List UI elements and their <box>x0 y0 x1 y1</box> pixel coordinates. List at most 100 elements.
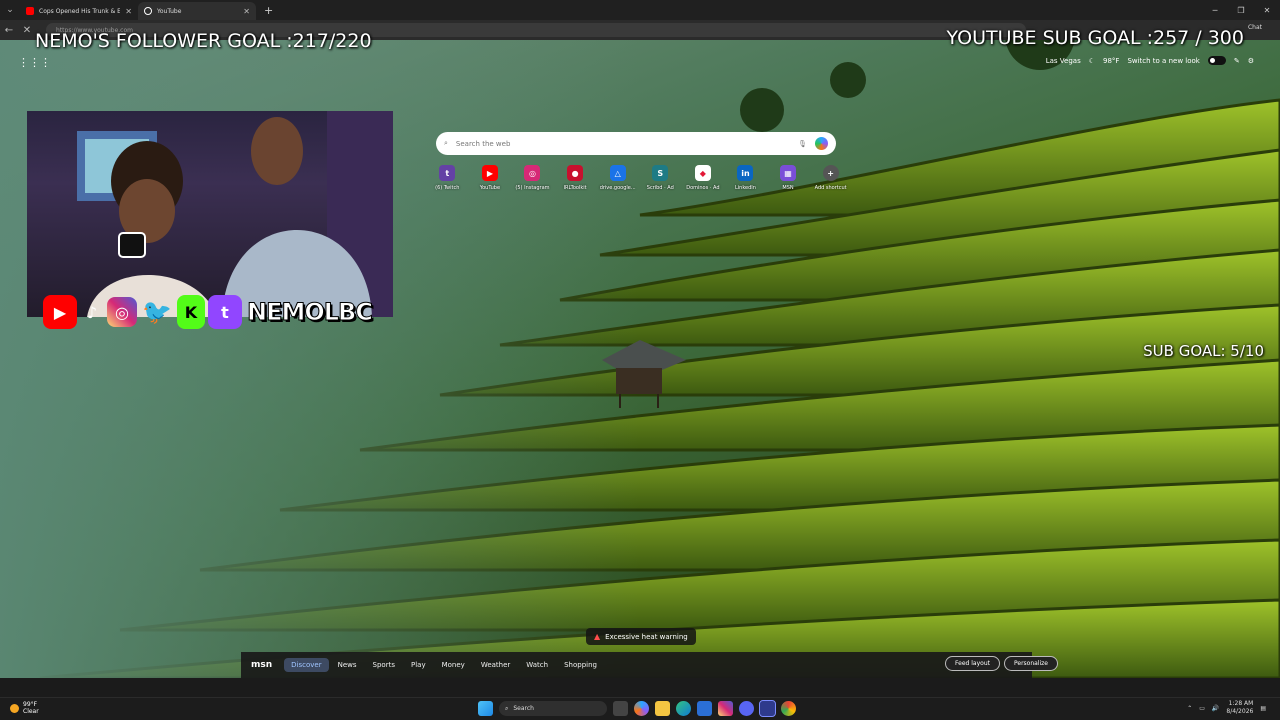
web-search-box[interactable]: ⌕ Search the web 🎙 <box>436 132 836 155</box>
msn-tab-money[interactable]: Money <box>435 658 472 672</box>
youtube-icon: ▶ <box>481 165 498 181</box>
msn-icon: ▦ <box>780 165 797 181</box>
stop-icon[interactable]: ✕ <box>18 25 36 36</box>
minimize-icon[interactable]: ─ <box>1202 0 1228 20</box>
taskbar-weather[interactable]: 99°F Clear <box>10 701 39 715</box>
msn-tab-news[interactable]: News <box>331 658 364 672</box>
msn-tab-shopping[interactable]: Shopping <box>557 658 604 672</box>
tab-video[interactable]: Cops Opened His Trunk & Everyth ✕ <box>20 2 138 20</box>
maximize-icon[interactable]: ❐ <box>1228 0 1254 20</box>
apps-grid-icon[interactable]: ⋮⋮⋮ <box>18 56 51 69</box>
msn-feed-bar: msn Discover News Sports Play Money Weat… <box>241 652 1058 678</box>
shortcut-youtube[interactable]: ▶ YouTube <box>469 165 512 191</box>
kick-icon: K <box>177 295 205 329</box>
tab-title: YouTube <box>157 7 182 15</box>
screen: ⌄ Cops Opened His Trunk & Everyth ✕ YouT… <box>0 0 1280 720</box>
follower-goal: NEMO'S FOLLOWER GOAL :217/220 <box>35 30 372 52</box>
linkedin-icon: in <box>737 165 754 181</box>
edit-icon[interactable]: ✎ <box>1234 57 1240 65</box>
task-view-icon[interactable] <box>613 701 628 716</box>
taskbar: 99°F Clear ⌕ Search ⌃ ▭ 🔊 1:28 AM 8/4/202… <box>0 697 1280 720</box>
moon-icon: ☾ <box>1088 56 1095 65</box>
weather-condition: Clear <box>23 708 39 715</box>
twitch-icon: t <box>439 165 456 181</box>
copilot-icon[interactable] <box>815 137 828 150</box>
volume-icon[interactable]: 🔊 <box>1212 705 1219 712</box>
discord-icon[interactable] <box>739 701 754 716</box>
tab-youtube[interactable]: YouTube ✕ <box>138 2 256 20</box>
chrome-icon[interactable] <box>781 701 796 716</box>
twitch-icon: t <box>208 295 242 329</box>
network-icon[interactable]: ▭ <box>1199 705 1205 712</box>
new-tab-button[interactable]: + <box>264 4 273 17</box>
loading-favicon-icon <box>144 7 152 15</box>
window-controls: ─ ❐ ✕ <box>1202 0 1280 20</box>
shortcut-msn[interactable]: ▦ MSN <box>767 165 810 191</box>
warning-icon: ▲ <box>594 632 601 641</box>
store-icon[interactable] <box>697 701 712 716</box>
shortcut-scribd[interactable]: S Scribd · Ad <box>639 165 682 191</box>
youtube-icon: ▶ <box>43 295 77 329</box>
clock-time: 1:28 AM <box>1228 700 1254 707</box>
irltoolkit-icon: ● <box>567 165 584 181</box>
search-icon: ⌕ <box>505 704 509 712</box>
shortcut-linkedin[interactable]: in LinkedIn <box>724 165 767 191</box>
channel-name: NEMOLBC <box>247 298 374 327</box>
feed-layout-button[interactable]: Feed layout <box>945 656 1000 671</box>
shortcut-add[interactable]: + Add shortcut <box>809 165 852 191</box>
close-tab-icon[interactable]: ✕ <box>125 7 132 16</box>
switch-look-label: Switch to a new look <box>1127 56 1200 65</box>
close-window-icon[interactable]: ✕ <box>1254 0 1280 20</box>
instagram-taskbar-icon[interactable] <box>718 701 733 716</box>
msn-tab-watch[interactable]: Watch <box>519 658 555 672</box>
plus-icon: + <box>822 165 839 181</box>
shortcut-drive[interactable]: △ drive.google... <box>596 165 639 191</box>
search-input[interactable]: Search the web <box>456 140 790 148</box>
heat-warning-banner[interactable]: ▲ Excessive heat warning <box>586 628 696 645</box>
system-tray: ⌃ ▭ 🔊 1:28 AM 8/4/2026 ▤ <box>1187 700 1266 716</box>
dominos-icon: ◆ <box>694 165 711 181</box>
taskbar-search[interactable]: ⌕ Search <box>499 701 607 716</box>
google-drive-icon: △ <box>609 165 626 181</box>
copilot-taskbar-icon[interactable] <box>634 701 649 716</box>
new-look-toggle[interactable] <box>1207 56 1226 65</box>
msn-logo[interactable]: msn <box>251 660 272 670</box>
temperature-label: 98°F <box>1103 56 1120 65</box>
msn-tab-weather[interactable]: Weather <box>474 658 517 672</box>
youtube-favicon-icon <box>26 7 34 15</box>
shortcut-irltoolkit[interactable]: ● IRLToolkit <box>554 165 597 191</box>
back-icon[interactable]: ← <box>0 25 18 36</box>
settings-gear-icon[interactable]: ⚙ <box>1248 57 1254 65</box>
msn-tab-sports[interactable]: Sports <box>366 658 402 672</box>
chat-button[interactable]: Chat <box>1248 24 1262 31</box>
windows-start-icon[interactable] <box>478 701 493 716</box>
personalize-button[interactable]: Personalize <box>1003 656 1058 671</box>
msn-tab-discover[interactable]: Discover <box>284 658 329 672</box>
location-label: Las Vegas <box>1045 56 1081 65</box>
clock-date: 8/4/2026 <box>1226 708 1254 715</box>
taskbar-apps: ⌕ Search <box>478 700 796 717</box>
taskbar-search-label: Search <box>513 705 534 712</box>
webcam-feed <box>27 111 393 317</box>
instagram-icon: ◎ <box>107 297 137 327</box>
taskbar-clock[interactable]: 1:28 AM 8/4/2026 <box>1226 700 1253 716</box>
notification-icon[interactable]: ▤ <box>1260 705 1266 712</box>
close-tab-icon[interactable]: ✕ <box>243 7 250 16</box>
twitter-icon: 🐦 <box>142 298 172 326</box>
edge-icon[interactable] <box>676 701 691 716</box>
chevron-up-icon[interactable]: ⌃ <box>1187 705 1192 712</box>
obs-icon[interactable] <box>759 700 776 717</box>
msn-tab-play[interactable]: Play <box>404 658 433 672</box>
tab-menu-icon[interactable]: ⌄ <box>0 0 20 20</box>
sun-icon <box>10 703 19 713</box>
shortcut-instagram[interactable]: ◎ (5) Instagram <box>511 165 554 191</box>
shortcut-dominos[interactable]: ◆ Dominos · Ad <box>682 165 725 191</box>
shortcut-twitch[interactable]: t (6) Twitch <box>426 165 469 191</box>
sub-goal: SUB GOAL: 5/10 <box>1143 342 1264 360</box>
social-badges: ▶ ♪ ◎ 🐦 K t NEMOLBC <box>43 295 374 329</box>
tab-bar: ⌄ Cops Opened His Trunk & Everyth ✕ YouT… <box>0 0 1280 20</box>
microphone-icon[interactable]: 🎙 <box>798 140 807 148</box>
scribd-icon: S <box>652 165 669 181</box>
file-explorer-icon[interactable] <box>655 701 670 716</box>
tab-title: Cops Opened His Trunk & Everyth <box>39 7 121 15</box>
